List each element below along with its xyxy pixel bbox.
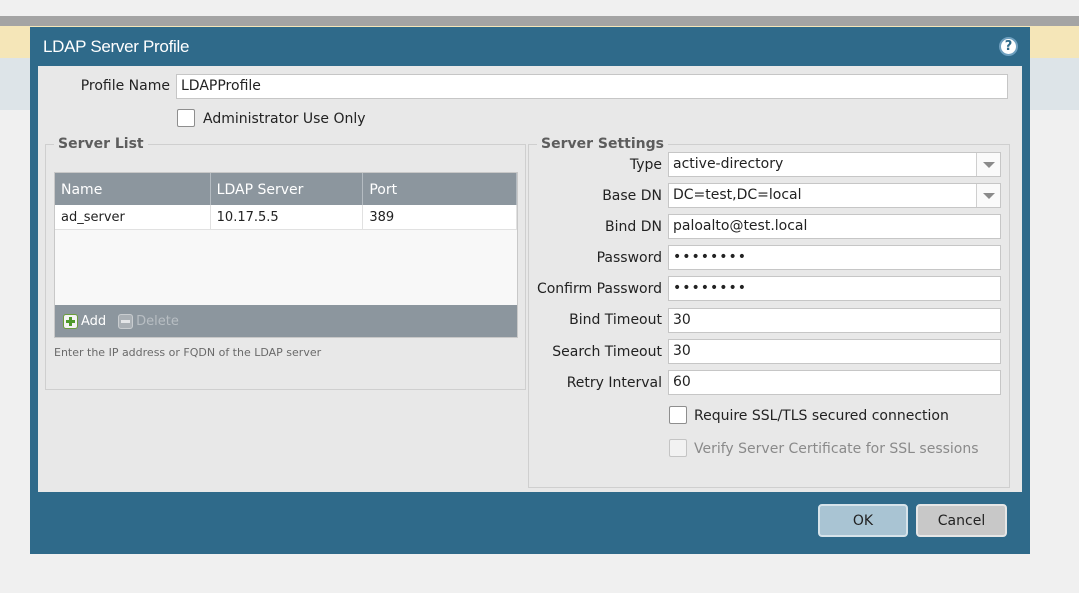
help-icon[interactable]: ? bbox=[999, 37, 1018, 56]
cancel-button[interactable]: Cancel bbox=[916, 504, 1007, 537]
retry-interval-label: Retry Interval bbox=[566, 375, 662, 391]
column-header-port[interactable]: Port bbox=[363, 173, 517, 205]
chevron-down-icon[interactable] bbox=[976, 184, 1000, 207]
verify-server-certificate-label: Verify Server Certificate for SSL sessio… bbox=[694, 441, 979, 457]
search-timeout-label: Search Timeout bbox=[552, 344, 662, 360]
chevron-down-icon[interactable] bbox=[976, 153, 1000, 176]
server-settings-legend: Server Settings bbox=[541, 136, 664, 152]
confirm-password-label: Confirm Password bbox=[536, 281, 662, 297]
profile-name-label: Profile Name bbox=[80, 78, 170, 94]
dialog-title: LDAP Server Profile bbox=[43, 37, 190, 56]
server-list-hint: Enter the IP address or FQDN of the LDAP… bbox=[54, 346, 322, 359]
cell-name[interactable]: ad_server bbox=[55, 205, 211, 229]
verify-server-certificate-checkbox bbox=[669, 439, 687, 457]
bind-dn-input[interactable]: paloalto@test.local bbox=[668, 214, 1001, 239]
require-ssl-checkbox[interactable] bbox=[669, 406, 687, 424]
server-list-legend: Server List bbox=[58, 136, 144, 152]
server-list-group: Server List Name LDAP Server Port ad_ser… bbox=[45, 136, 526, 390]
background-bar-top bbox=[0, 16, 1079, 26]
administrator-use-only-checkbox[interactable] bbox=[177, 109, 195, 127]
plus-icon bbox=[63, 313, 78, 329]
type-label: Type bbox=[629, 157, 662, 173]
table-row[interactable]: ad_server 10.17.5.5 389 bbox=[55, 205, 517, 230]
base-dn-select[interactable]: DC=test,DC=local bbox=[668, 183, 1001, 208]
profile-name-input[interactable]: LDAPProfile bbox=[176, 74, 1008, 99]
bind-timeout-label: Bind Timeout bbox=[569, 312, 662, 328]
require-ssl-label: Require SSL/TLS secured connection bbox=[694, 408, 949, 424]
administrator-use-only-label: Administrator Use Only bbox=[203, 111, 366, 127]
ok-button[interactable]: OK bbox=[818, 504, 908, 537]
bind-dn-label: Bind DN bbox=[605, 219, 662, 235]
confirm-password-input[interactable]: •••••••• bbox=[668, 276, 1001, 301]
retry-interval-input[interactable]: 60 bbox=[668, 370, 1001, 395]
table-header: Name LDAP Server Port bbox=[55, 173, 517, 205]
add-button-label: Add bbox=[81, 313, 107, 329]
type-select-value: active-directory bbox=[673, 156, 784, 172]
add-button[interactable]: Add bbox=[63, 313, 107, 329]
password-input[interactable]: •••••••• bbox=[668, 245, 1001, 270]
ldap-server-profile-dialog: LDAP Server Profile ? Profile Name LDAPP… bbox=[30, 27, 1030, 554]
base-dn-label: Base DN bbox=[602, 188, 662, 204]
delete-button-label: Delete bbox=[136, 313, 179, 329]
column-header-name[interactable]: Name bbox=[55, 173, 211, 205]
delete-button: Delete bbox=[118, 313, 179, 329]
type-select[interactable]: active-directory bbox=[668, 152, 1001, 177]
table-toolbar: Add Delete bbox=[55, 305, 517, 337]
search-timeout-input[interactable]: 30 bbox=[668, 339, 1001, 364]
column-header-ldap-server[interactable]: LDAP Server bbox=[211, 173, 364, 205]
cell-port[interactable]: 389 bbox=[363, 205, 517, 229]
base-dn-select-value: DC=test,DC=local bbox=[673, 187, 802, 203]
bind-timeout-input[interactable]: 30 bbox=[668, 308, 1001, 333]
password-label: Password bbox=[596, 250, 662, 266]
cell-ldap-server[interactable]: 10.17.5.5 bbox=[211, 205, 364, 229]
dialog-body: Profile Name LDAPProfile Administrator U… bbox=[38, 66, 1022, 492]
server-list-table: Name LDAP Server Port ad_server 10.17.5.… bbox=[54, 172, 518, 338]
minus-icon bbox=[118, 313, 134, 329]
